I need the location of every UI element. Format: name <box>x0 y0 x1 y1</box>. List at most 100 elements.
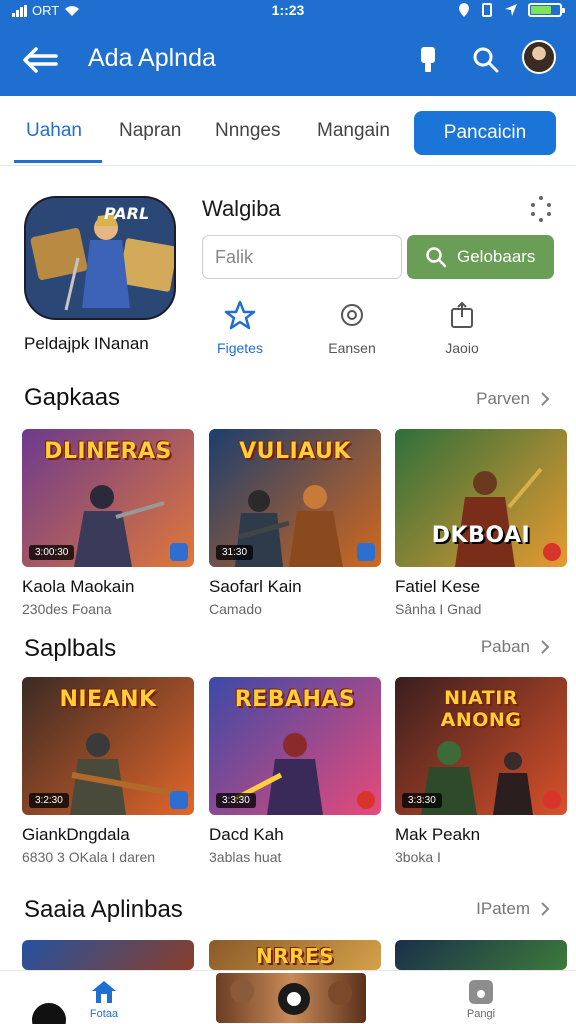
game-card[interactable] <box>395 940 567 970</box>
card-name: Saofarl Kain <box>209 577 302 596</box>
game-card[interactable]: REBAHAS 3:3:30 Dacd Kah 3ablas huat <box>209 677 381 865</box>
card-subtitle: 3ablas huat <box>209 849 282 865</box>
tab-3[interactable]: Mangain <box>317 120 390 142</box>
duration-badge: 31:30 <box>216 545 254 560</box>
card-name: Kaola Maokain <box>22 577 135 596</box>
action-jaoio[interactable]: Jaoio <box>422 298 502 356</box>
nav-center-banner[interactable] <box>216 973 366 1023</box>
avatar[interactable] <box>522 40 556 74</box>
card-corner-icon <box>170 543 188 561</box>
chevron-right-icon <box>541 902 550 916</box>
card-subtitle: Sânha I Gnad <box>395 601 482 617</box>
duration-badge: 3:2:30 <box>29 793 69 808</box>
circle-icon <box>341 304 363 326</box>
thumb-title: VULIAUK <box>239 439 351 464</box>
game-card[interactable]: VULIAUK 31:30 Saofarl Kain Camado <box>209 429 381 617</box>
featured-image-title: PARL <box>104 204 150 223</box>
battery-icon <box>528 3 565 17</box>
bottle-button[interactable] <box>410 42 446 78</box>
see-all-label: Paban <box>480 637 530 656</box>
nav-home[interactable]: Fotaa <box>84 979 124 1020</box>
game-card[interactable]: DKBOAI Fatiel Kese Sânha I Gnad <box>395 429 567 617</box>
nav-pangi[interactable]: Pangi <box>456 979 506 1020</box>
featured-title: Walgiba <box>202 196 281 221</box>
card-thumbnail: NIEANK 3:2:30 <box>22 677 194 815</box>
thumb-title: NRRES <box>255 944 335 968</box>
bottle-icon <box>421 47 435 72</box>
see-all-link[interactable]: Parven <box>476 389 550 409</box>
section-title: Gapkaas <box>24 384 121 411</box>
card-thumbnail: DKBOAI <box>395 429 567 567</box>
card-corner-icon <box>543 543 561 561</box>
status-right <box>458 3 565 17</box>
character-figure <box>455 467 543 567</box>
chevron-right-icon <box>541 640 550 654</box>
card-name: Dacd Kah <box>209 825 284 844</box>
nav-home-label: Fotaa <box>89 1008 119 1020</box>
card-name: Mak Peakn <box>395 825 481 844</box>
search-icon <box>426 247 447 268</box>
card-name: Fatiel Kese <box>395 577 481 596</box>
card-corner-icon <box>357 791 375 809</box>
see-all-link[interactable]: Paban <box>481 637 550 657</box>
thumb-title: REBAHAS <box>234 687 356 712</box>
back-button[interactable] <box>20 42 60 78</box>
see-all-label: IPatem <box>476 899 530 918</box>
section-title: Saplbals <box>24 635 117 662</box>
battery-fill <box>531 6 551 14</box>
card-thumbnail: VULIAUK 31:30 <box>209 429 381 567</box>
featured-image[interactable]: PARL <box>24 196 176 320</box>
star-outline-icon <box>224 300 256 330</box>
game-card[interactable]: NRRES <box>209 940 381 970</box>
tab-2[interactable]: Nnnges <box>215 120 281 142</box>
back-arrow-icon <box>23 47 58 73</box>
featured-search-button[interactable]: Gelobaars <box>407 235 554 279</box>
see-all-label: Parven <box>476 389 530 408</box>
see-all-link[interactable]: IPatem <box>476 899 550 919</box>
search-button[interactable] <box>468 42 504 78</box>
duration-badge: 3:3:30 <box>216 793 256 808</box>
game-card[interactable]: DLINERAS 3:00:30 Kaola Maokain 230des Fo… <box>22 429 194 617</box>
more-options-button[interactable] <box>526 194 556 224</box>
action-label: Jaoio <box>445 340 479 356</box>
banner-art <box>230 979 352 1015</box>
section-title: Saaia Aplinbas <box>24 896 183 923</box>
featured-input[interactable] <box>202 235 402 279</box>
action-figetes[interactable]: Figetes <box>200 298 280 356</box>
tab-1[interactable]: Napran <box>119 120 181 142</box>
card-corner-icon <box>543 791 561 809</box>
thumb-title: DLINERAS <box>44 439 172 464</box>
status-bar: ORT 1::23 <box>0 0 576 22</box>
tab-action-button[interactable]: Pancaicin <box>414 111 556 155</box>
location-icon <box>459 3 469 17</box>
app-bar: Ada Aplnda <box>0 22 576 96</box>
card-thumbnail: REBAHAS 3:3:30 <box>209 677 381 815</box>
share-icon <box>451 301 473 328</box>
thumb-title: NIATIR ANONG <box>440 687 522 731</box>
chevron-right-icon <box>541 392 550 406</box>
tab-0[interactable]: Uahan <box>26 120 82 142</box>
action-label: Eansen <box>328 340 376 356</box>
nav-pangi-label: Pangi <box>466 1008 496 1020</box>
card-subtitle: 6830 3 OKala I daren <box>22 849 156 865</box>
card-thumbnail <box>22 940 194 970</box>
thumb-title: DKBOAI <box>431 523 531 548</box>
search-icon <box>473 47 499 73</box>
action-eansen[interactable]: Eansen <box>312 298 392 356</box>
card-corner-icon <box>357 543 375 561</box>
featured-art <box>26 198 174 318</box>
active-tab-indicator <box>14 160 102 163</box>
profile-avatar[interactable] <box>30 1001 68 1024</box>
duration-badge: 3:00:30 <box>29 545 75 560</box>
game-card[interactable]: NIEANK 3:2:30 GiankDngdala 6830 3 OKala … <box>22 677 194 865</box>
game-card[interactable]: NIATIR ANONG 3:3:30 Mak Peakn 3boka I <box>395 677 567 865</box>
music-icon <box>469 980 493 1004</box>
app-title: Ada Aplnda <box>88 44 216 72</box>
action-label: Figetes <box>217 340 263 356</box>
navigation-icon <box>505 4 517 16</box>
game-card[interactable] <box>22 940 194 970</box>
featured-caption: Peldajpk INanan <box>24 334 149 353</box>
card-subtitle: 3boka I <box>395 849 441 865</box>
home-icon <box>92 981 116 1003</box>
card-thumbnail: NRRES <box>209 940 381 970</box>
